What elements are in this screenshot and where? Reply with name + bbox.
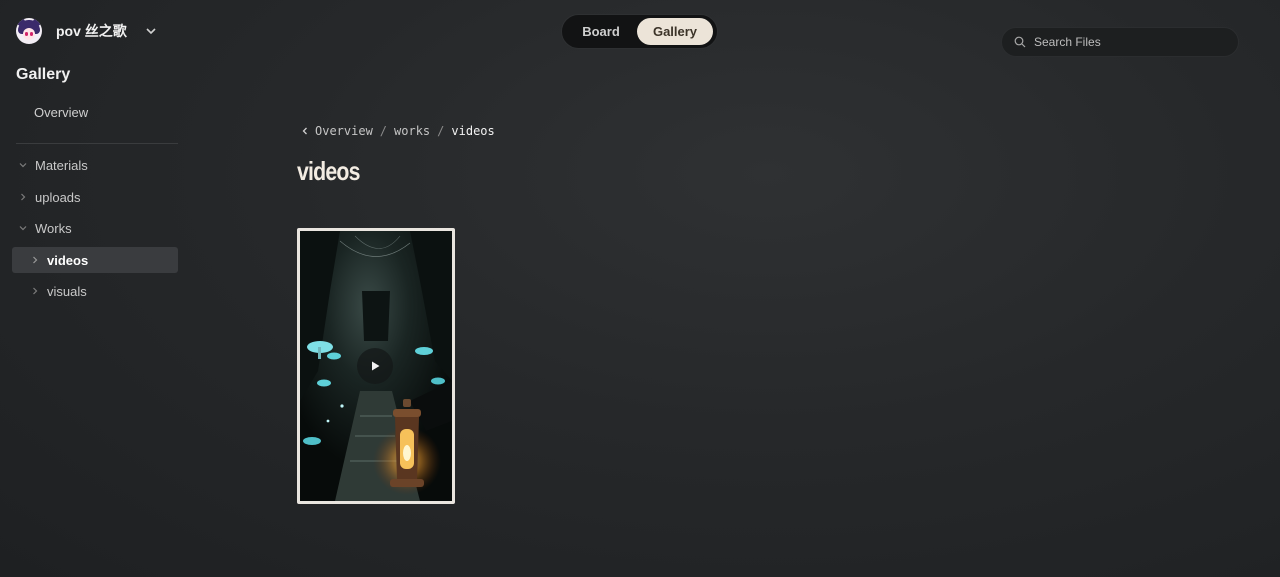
tree-item-uploads[interactable]: uploads <box>18 184 178 210</box>
tree-item-label: visuals <box>47 283 87 299</box>
chevron-right-icon[interactable] <box>18 192 28 202</box>
workspace-avatar <box>16 18 42 44</box>
search-icon <box>1014 36 1026 48</box>
breadcrumb-separator: / <box>437 124 445 138</box>
tree-item-materials[interactable]: Materials <box>18 152 178 178</box>
breadcrumb-videos: videos <box>451 124 495 138</box>
sidebar-divider <box>16 143 178 144</box>
tree-item-label: uploads <box>35 189 81 205</box>
tree-item-works[interactable]: Works <box>18 215 178 241</box>
tab-gallery[interactable]: Gallery <box>637 18 713 45</box>
tree-item-videos[interactable]: videos <box>12 247 178 273</box>
view-toggle: Board Gallery <box>561 14 718 49</box>
chevron-down-icon[interactable] <box>145 25 157 37</box>
chevron-left-icon[interactable] <box>300 126 310 136</box>
play-icon <box>372 361 380 371</box>
tab-board[interactable]: Board <box>565 18 637 45</box>
sidebar-item-overview[interactable]: Overview <box>34 105 88 120</box>
chevron-down-icon[interactable] <box>18 223 28 233</box>
chevron-right-icon[interactable] <box>30 286 40 296</box>
chevron-down-icon[interactable] <box>18 160 28 170</box>
tree-item-label: videos <box>47 252 89 268</box>
breadcrumb-overview[interactable]: Overview <box>315 124 373 138</box>
breadcrumb-separator: / <box>379 124 388 138</box>
video-card[interactable] <box>297 228 455 504</box>
tree-item-label: Materials <box>35 157 88 173</box>
page-title: videos <box>297 156 360 186</box>
breadcrumb: Overview / works / videos <box>300 124 495 138</box>
search-input[interactable] <box>1034 35 1224 49</box>
search-box[interactable] <box>1001 27 1239 57</box>
breadcrumb-works[interactable]: works <box>394 124 430 138</box>
tree-item-visuals[interactable]: visuals <box>30 278 178 304</box>
play-button[interactable] <box>357 348 393 384</box>
chevron-right-icon[interactable] <box>30 255 40 265</box>
sidebar-section-title: Gallery <box>16 66 71 83</box>
workspace-switcher[interactable]: pov 丝之歌 <box>16 18 157 44</box>
workspace-name: pov 丝之歌 <box>56 23 127 39</box>
tree-item-label: Works <box>35 220 72 236</box>
